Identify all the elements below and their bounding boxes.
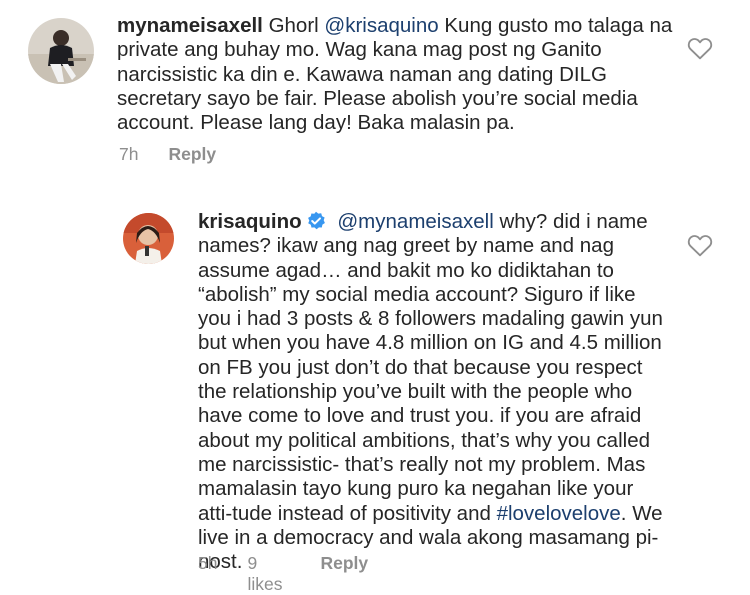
reply-text: krisaquino @mynameisaxell why? did i nam… <box>198 210 663 574</box>
comment-meta: 5h 9 likes Reply <box>198 553 398 595</box>
comment-meta: 7h Reply <box>119 144 246 165</box>
heart-outline-icon[interactable] <box>687 36 713 60</box>
mention-link[interactable]: @mynameisaxell <box>337 210 493 233</box>
timestamp: 7h <box>119 144 139 164</box>
avatar-mynameisaxell[interactable] <box>28 18 94 84</box>
verified-badge-icon <box>307 211 325 230</box>
timestamp: 5h <box>198 553 218 573</box>
likes-count[interactable]: 9 likes <box>247 553 282 595</box>
reply-button[interactable]: Reply <box>320 553 368 595</box>
hashtag-link[interactable]: #lovelovelove <box>497 502 621 525</box>
reply-button[interactable]: Reply <box>168 144 216 165</box>
comment-username[interactable]: krisaquino <box>198 210 302 233</box>
comment-text: mynameisaxell Ghorl @krisaquino Kung gus… <box>117 14 673 135</box>
heart-outline-icon[interactable] <box>687 233 713 257</box>
mention-link[interactable]: @krisaquino <box>324 14 438 37</box>
avatar-krisaquino[interactable] <box>123 213 174 264</box>
comment-username[interactable]: mynameisaxell <box>117 14 263 37</box>
